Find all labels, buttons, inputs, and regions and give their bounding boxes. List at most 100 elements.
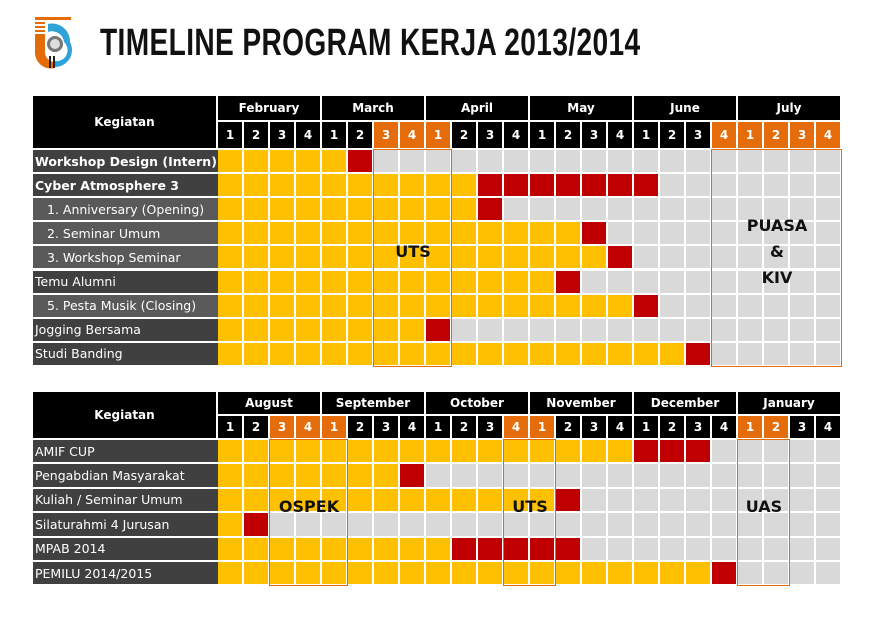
week-cell-done <box>478 222 504 247</box>
week-cell-empty <box>660 294 686 319</box>
week-cell-done <box>322 464 348 489</box>
week-cell-done <box>426 342 452 367</box>
week-cell-done <box>270 464 296 489</box>
week-cell-empty <box>608 488 634 514</box>
week-cell-done <box>504 246 530 271</box>
week-cell-milestone <box>634 174 660 199</box>
week-cell-empty <box>504 198 530 223</box>
week-cell-milestone <box>556 174 582 199</box>
week-header: 1 <box>634 122 660 150</box>
week-cell-empty <box>660 174 686 199</box>
week-cell-empty <box>738 150 764 175</box>
week-cell-empty <box>426 150 452 175</box>
week-cell-empty <box>764 294 790 319</box>
week-cell-empty <box>556 150 582 175</box>
week-cell-empty <box>712 513 738 538</box>
week-cell-milestone <box>504 537 530 562</box>
week-header: 2 <box>660 122 686 150</box>
week-cell-done <box>374 174 400 199</box>
week-cell-empty <box>634 537 660 562</box>
week-cell-done <box>296 440 322 465</box>
week-cell-empty <box>816 294 842 319</box>
week-cell-done <box>244 488 270 514</box>
week-cell-empty <box>790 562 816 587</box>
week-cell-done <box>530 270 556 295</box>
week-cell-done <box>452 342 478 367</box>
week-cell-empty <box>712 440 738 465</box>
week-header: 1 <box>218 416 244 440</box>
week-cell-empty <box>712 246 738 271</box>
week-cell-done <box>348 562 374 587</box>
activity-label: 3. Workshop Seminar <box>33 246 218 271</box>
week-cell-empty <box>816 150 842 175</box>
week-header: 4 <box>816 416 842 440</box>
week-header: 4 <box>400 416 426 440</box>
week-cell-done <box>374 318 400 343</box>
month-header: January <box>738 392 842 416</box>
week-header: 4 <box>608 122 634 150</box>
week-cell-done <box>218 270 244 295</box>
week-cell-done <box>348 537 374 562</box>
week-cell-empty <box>738 464 764 489</box>
week-cell-done <box>452 488 478 514</box>
week-cell-done <box>322 174 348 199</box>
week-cell-empty <box>660 270 686 295</box>
week-cell-done <box>374 464 400 489</box>
month-header: September <box>322 392 426 416</box>
week-cell-empty <box>816 440 842 465</box>
page-title: TIMELINE PROGRAM KERJA 2013/2014 <box>100 22 641 64</box>
week-cell-done <box>582 342 608 367</box>
activity-label: Kuliah / Seminar Umum <box>33 488 218 514</box>
week-cell-done <box>322 246 348 271</box>
column-header-kegiatan: Kegiatan <box>33 392 218 440</box>
week-cell-empty <box>634 464 660 489</box>
week-cell-empty <box>634 318 660 343</box>
week-cell-empty <box>660 198 686 223</box>
week-cell-done <box>218 464 244 489</box>
activity-label: MPAB 2014 <box>33 537 218 562</box>
week-cell-done <box>322 318 348 343</box>
week-cell-empty <box>686 464 712 489</box>
week-cell-done <box>400 174 426 199</box>
week-cell-empty <box>686 246 712 271</box>
week-cell-empty <box>816 318 842 343</box>
week-cell-done <box>244 440 270 465</box>
week-header: 1 <box>738 416 764 440</box>
week-cell-done <box>348 222 374 247</box>
week-cell-empty <box>478 513 504 538</box>
week-cell-done <box>556 562 582 587</box>
week-cell-done <box>504 440 530 465</box>
week-header: 4 <box>504 416 530 440</box>
column-header-kegiatan: Kegiatan <box>33 96 218 150</box>
week-cell-milestone <box>478 537 504 562</box>
week-cell-empty <box>634 513 660 538</box>
week-cell-milestone <box>582 222 608 247</box>
week-cell-empty <box>764 537 790 562</box>
week-header: 1 <box>426 122 452 150</box>
week-cell-empty <box>712 174 738 199</box>
week-cell-empty <box>634 198 660 223</box>
week-cell-empty <box>660 513 686 538</box>
week-cell-done <box>504 562 530 587</box>
week-cell-done <box>296 198 322 223</box>
month-header: March <box>322 96 426 122</box>
week-cell-milestone <box>712 562 738 587</box>
week-cell-empty <box>426 464 452 489</box>
week-cell-done <box>374 198 400 223</box>
week-cell-done <box>218 222 244 247</box>
week-cell-done <box>322 222 348 247</box>
week-cell-done <box>296 464 322 489</box>
week-cell-done <box>556 440 582 465</box>
week-header: 2 <box>244 122 270 150</box>
week-cell-empty <box>582 198 608 223</box>
week-cell-done <box>426 294 452 319</box>
period-label: PUASA & KIV <box>746 216 808 288</box>
week-cell-done <box>400 318 426 343</box>
week-cell-empty <box>634 246 660 271</box>
week-cell-empty <box>478 464 504 489</box>
month-header: November <box>530 392 634 416</box>
week-cell-done <box>218 174 244 199</box>
week-cell-empty <box>712 318 738 343</box>
week-cell-done <box>452 246 478 271</box>
week-cell-empty <box>686 513 712 538</box>
